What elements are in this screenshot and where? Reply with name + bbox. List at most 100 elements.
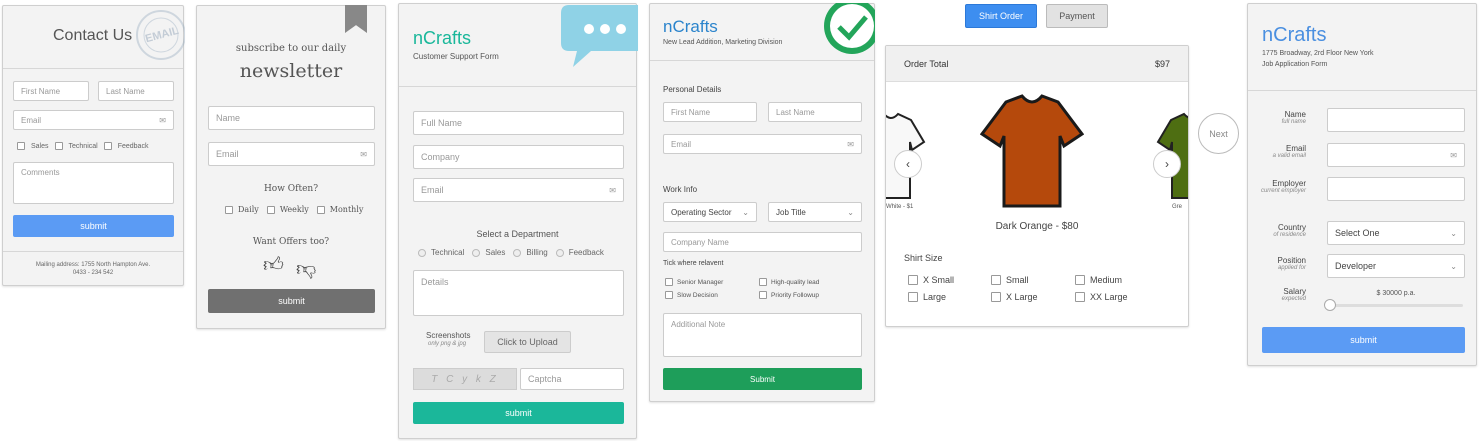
name-input[interactable] xyxy=(1327,108,1465,132)
size-x-small[interactable]: X Small xyxy=(908,275,954,285)
submit-button[interactable]: submit xyxy=(413,402,624,424)
email-input[interactable]: ✉ xyxy=(1327,143,1465,167)
size-x-large[interactable]: X Large xyxy=(991,292,1038,302)
last-name-input[interactable]: Last Name xyxy=(768,102,862,122)
email-input[interactable]: Email ✉ xyxy=(413,178,624,202)
bookmark-icon xyxy=(345,5,367,33)
submit-button[interactable]: submit xyxy=(1262,327,1465,353)
name-label-group: Name full name xyxy=(1281,110,1306,125)
submit-button[interactable]: submit xyxy=(208,289,375,313)
operating-sector-select[interactable]: Operating Sector ⌄ xyxy=(663,202,757,222)
job-application-card: nCrafts 1775 Broadway, 2rd Floor New Yor… xyxy=(1247,3,1477,366)
last-name-input[interactable]: Last Name xyxy=(98,81,174,101)
position-select[interactable]: Developer ⌄ xyxy=(1327,254,1465,278)
green-shirt-caption: Gre xyxy=(1172,204,1183,210)
first-name-input[interactable]: First Name xyxy=(13,81,89,101)
shirt-size-heading: Shirt Size xyxy=(904,253,943,263)
frequency-options: Daily Weekly Monthly xyxy=(225,205,363,214)
chevron-left-icon: ‹ xyxy=(906,157,910,171)
first-name-input[interactable]: First Name xyxy=(663,102,757,122)
newsletter-title: newsletter xyxy=(239,60,343,82)
email-stamp-icon: EMAIL xyxy=(131,5,186,67)
email-input[interactable]: Email ✉ xyxy=(663,134,862,154)
offers-label: Want Offers too? xyxy=(252,237,330,247)
salary-slider-handle[interactable] xyxy=(1324,299,1336,311)
submit-button[interactable]: submit xyxy=(13,215,174,237)
checkmark-icon xyxy=(822,0,880,56)
envelope-icon: ✉ xyxy=(847,139,854,149)
weekly-checkbox[interactable] xyxy=(266,205,275,214)
salary-slider-track[interactable] xyxy=(1329,304,1463,307)
email-input[interactable]: Email ✉ xyxy=(208,142,375,166)
tick-heading: Tick where relavent xyxy=(663,260,724,267)
job-title-select[interactable]: Job Title ⌄ xyxy=(768,202,862,222)
comments-textarea[interactable]: Comments xyxy=(13,162,174,204)
brand-title: nCrafts xyxy=(1262,24,1327,46)
size-xx-large[interactable]: XX Large xyxy=(1075,292,1128,302)
salary-value: $ 30000 p.a. xyxy=(1376,290,1416,297)
tick-high-quality[interactable]: High-quality lead xyxy=(759,278,819,286)
company-name-input[interactable]: Company Name xyxy=(663,232,862,252)
work-info-heading: Work Info xyxy=(663,185,698,194)
chevron-down-icon: ⌄ xyxy=(847,207,854,217)
size-large[interactable]: Large xyxy=(908,292,946,302)
company-address: 1775 Broadway, 2rd Floor New York xyxy=(1262,50,1374,57)
personal-details-heading: Personal Details xyxy=(663,85,722,94)
brand-title: nCrafts xyxy=(413,28,472,48)
screenshots-label: Screenshots xyxy=(426,331,471,340)
company-input[interactable]: Company xyxy=(413,145,624,169)
country-select[interactable]: Select One ⌄ xyxy=(1327,221,1465,245)
position-label-group: Position applied for xyxy=(1277,256,1306,271)
page-title: Contact Us xyxy=(53,27,133,44)
feedback-checkbox[interactable] xyxy=(103,142,112,150)
full-name-input[interactable]: Full Name xyxy=(413,111,624,135)
brand-title: nCrafts xyxy=(663,17,718,36)
screenshots-hint: only png & jpg xyxy=(428,341,467,347)
mailing-address: Mailing address: 1755 North Hampton Ave. xyxy=(35,262,151,268)
upload-button[interactable]: Click to Upload xyxy=(484,331,571,353)
tab-payment[interactable]: Payment xyxy=(1046,4,1108,28)
how-often-label: How Often? xyxy=(263,184,319,194)
captcha-input[interactable]: Captcha xyxy=(520,368,624,390)
technical-radio[interactable] xyxy=(418,248,426,257)
name-input[interactable]: Name xyxy=(208,106,375,130)
additional-note-textarea[interactable]: Additional Note xyxy=(663,313,862,357)
newsletter-subtitle: subscribe to our daily xyxy=(235,43,347,54)
carousel-next-button[interactable]: › xyxy=(1153,150,1181,178)
technical-checkbox[interactable] xyxy=(54,142,63,150)
thumbs-up-icon[interactable]: 👍︎ xyxy=(263,253,284,277)
envelope-icon: ✉ xyxy=(159,115,166,125)
white-shirt-caption: White - $1 xyxy=(886,204,914,210)
size-medium[interactable]: Medium xyxy=(1075,275,1122,285)
sales-checkbox[interactable] xyxy=(17,142,25,150)
newsletter-card: subscribe to our daily newsletter Name E… xyxy=(196,5,386,329)
lead-card: nCrafts New Lead Addition, Marketing Div… xyxy=(649,0,880,402)
orange-shirt-image xyxy=(980,94,1084,210)
tick-priority-followup[interactable]: Priority Followup xyxy=(759,291,819,299)
carousel-prev-button[interactable]: ‹ xyxy=(894,150,922,178)
billing-radio[interactable] xyxy=(513,248,522,257)
order-total-price: $97 xyxy=(1154,59,1170,69)
employer-input[interactable] xyxy=(1327,177,1465,201)
monthly-checkbox[interactable] xyxy=(316,205,325,214)
size-small[interactable]: Small xyxy=(991,275,1029,285)
sales-radio[interactable] xyxy=(472,248,481,257)
email-input[interactable]: Email ✉ xyxy=(13,110,174,130)
department-options: Technical Sales Billing Feedback xyxy=(418,248,604,257)
tick-senior-manager[interactable]: Senior Manager xyxy=(665,278,723,286)
form-subtitle: Customer Support Form xyxy=(413,52,499,61)
tick-slow-decision[interactable]: Slow Decision xyxy=(665,291,718,299)
tab-shirt-order[interactable]: Shirt Order xyxy=(965,4,1037,28)
thumbs-down-icon[interactable]: 👎︎ xyxy=(296,257,316,281)
chevron-right-icon: › xyxy=(1165,157,1169,171)
feedback-radio[interactable] xyxy=(555,248,564,257)
form-subtitle: New Lead Addition, Marketing Division xyxy=(663,39,783,46)
details-textarea[interactable]: Details xyxy=(413,270,624,316)
envelope-icon: ✉ xyxy=(1450,150,1457,160)
submit-button[interactable]: Submit xyxy=(663,368,862,390)
daily-checkbox[interactable] xyxy=(225,205,233,214)
next-button[interactable]: Next xyxy=(1198,113,1239,154)
phone-number: 0433 - 234 542 xyxy=(72,270,114,276)
support-card: nCrafts Customer Support Form Full Name … xyxy=(398,3,638,439)
chevron-down-icon: ⌄ xyxy=(1450,261,1457,271)
